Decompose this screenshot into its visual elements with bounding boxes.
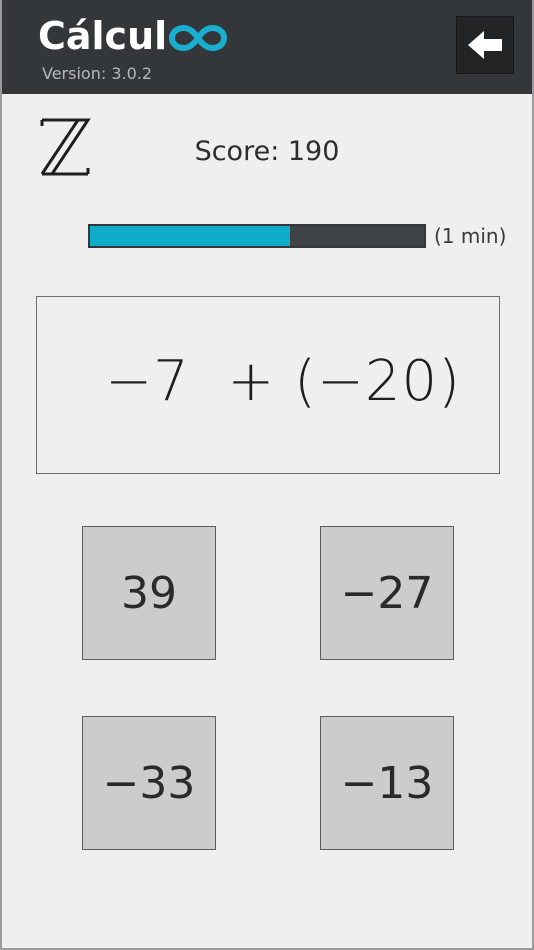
app-title: Cálcul (38, 14, 168, 58)
app-window: Cálcul Version: 3.0.2 Score: 190 (1 min)… (0, 0, 534, 950)
infinity-icon (169, 25, 228, 51)
timer-progress-fill (90, 226, 291, 246)
answer-button-3[interactable]: −33 (82, 716, 216, 850)
answer-label: −33 (102, 757, 196, 809)
answer-label: 39 (121, 567, 177, 619)
question-expression: −7 + (−20) (105, 349, 461, 414)
integers-set-icon (40, 118, 91, 176)
answer-button-2[interactable]: −27 (320, 526, 454, 660)
arrow-left-icon (468, 31, 502, 59)
header-bar: Cálcul Version: 3.0.2 (2, 0, 532, 94)
answer-label: −13 (340, 757, 434, 809)
answer-label: −27 (340, 567, 434, 619)
question-panel: −7 + (−20) (36, 296, 500, 474)
answer-button-4[interactable]: −13 (320, 716, 454, 850)
back-button[interactable] (456, 16, 514, 74)
score-label: Score: 190 (194, 136, 340, 167)
app-logo: Cálcul (38, 14, 228, 58)
version-label: Version: 3.0.2 (42, 64, 153, 83)
timer-progress-bar (88, 224, 426, 248)
score-display: Score: 190 (142, 136, 392, 167)
timer-label: (1 min) (434, 224, 507, 248)
answer-button-1[interactable]: 39 (82, 526, 216, 660)
